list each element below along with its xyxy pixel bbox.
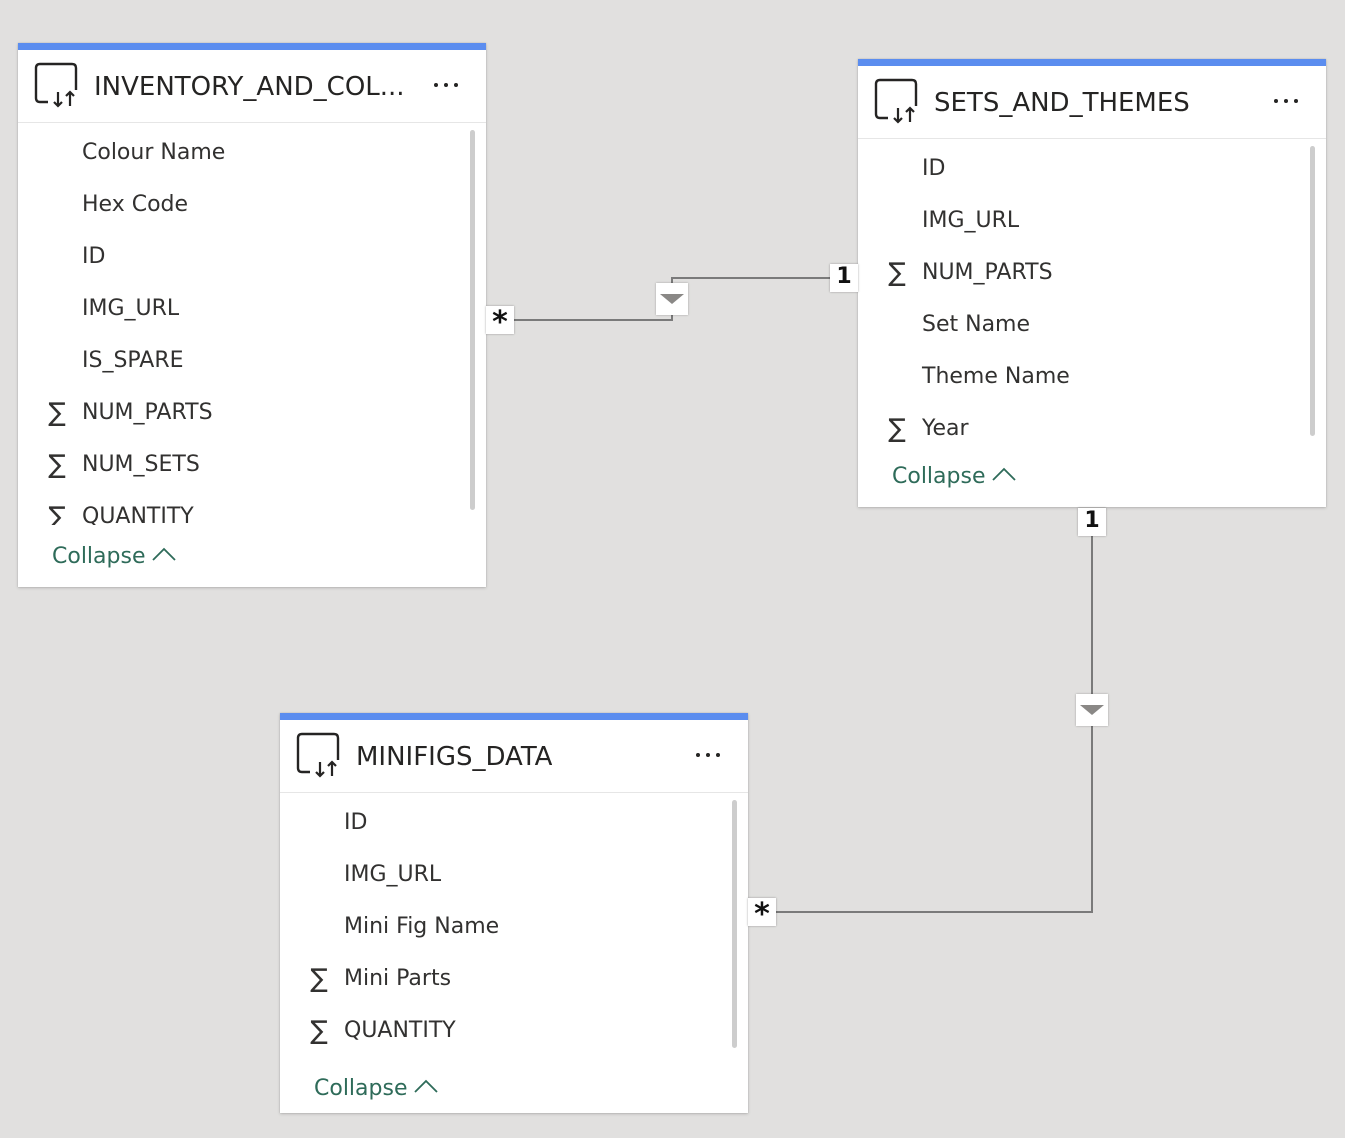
collapse-button[interactable]: Collapse bbox=[892, 457, 1016, 497]
field-name: ID bbox=[922, 156, 946, 181]
table-header[interactable]: MINIFIGS_DATA bbox=[280, 720, 748, 793]
field-row[interactable]: Colour Name bbox=[18, 127, 486, 179]
field-list: ID IMG_URL ∑ NUM_PARTS Set Name Theme Nam… bbox=[858, 139, 1326, 459]
sigma-icon: ∑ bbox=[48, 398, 66, 428]
sigma-icon: ∑ bbox=[48, 450, 66, 480]
field-row[interactable]: IMG_URL bbox=[18, 283, 486, 335]
more-options-button[interactable] bbox=[1268, 76, 1304, 126]
field-name: IMG_URL bbox=[344, 862, 442, 887]
more-options-button[interactable] bbox=[690, 730, 726, 780]
table-header[interactable]: SETS_AND_THEMES bbox=[858, 66, 1326, 139]
collapse-label: Collapse bbox=[52, 544, 146, 569]
table-card-minifigs-data[interactable]: MINIFIGS_DATA ID IMG_URL Mini Fig Name ∑… bbox=[280, 713, 748, 1113]
chevron-up-icon bbox=[413, 1079, 438, 1093]
field-row[interactable]: ∑ NUM_PARTS bbox=[18, 387, 486, 439]
field-name: QUANTITY bbox=[82, 504, 194, 525]
collapse-label: Collapse bbox=[314, 1076, 408, 1101]
sigma-icon: ∑ bbox=[888, 414, 906, 444]
table-icon bbox=[874, 78, 918, 124]
sigma-icon: ∑ bbox=[310, 964, 328, 994]
field-name: Set Name bbox=[922, 312, 1031, 337]
table-header[interactable]: INVENTORY_AND_COL... bbox=[18, 50, 486, 123]
field-row[interactable]: ∑ Mini Parts bbox=[280, 953, 748, 1005]
field-name: Hex Code bbox=[82, 192, 189, 217]
field-name: IMG_URL bbox=[82, 296, 180, 321]
field-row[interactable]: IS_SPARE bbox=[18, 335, 486, 387]
cardinality-many-label: * bbox=[486, 306, 514, 340]
field-name: Theme Name bbox=[922, 364, 1070, 389]
field-row[interactable]: ∑ QUANTITY bbox=[280, 1005, 748, 1057]
field-row[interactable]: Set Name bbox=[858, 299, 1326, 351]
triangle-down-icon bbox=[1080, 705, 1104, 715]
table-card-sets-and-themes[interactable]: SETS_AND_THEMES ID IMG_URL ∑ NUM_PARTS Se… bbox=[858, 59, 1326, 507]
field-name: IMG_URL bbox=[922, 208, 1020, 233]
more-options-button[interactable] bbox=[428, 60, 464, 110]
field-name: ID bbox=[82, 244, 106, 269]
table-title: MINIFIGS_DATA bbox=[356, 742, 553, 772]
table-card-inventory[interactable]: INVENTORY_AND_COL... Colour Name Hex Cod… bbox=[18, 43, 486, 587]
cardinality-one-label: 1 bbox=[830, 264, 858, 292]
field-row[interactable]: ∑ Year bbox=[858, 403, 1326, 455]
sigma-icon: ∑ bbox=[888, 258, 906, 288]
collapse-label: Collapse bbox=[892, 464, 986, 489]
filter-direction-arrow[interactable] bbox=[656, 283, 688, 315]
collapse-button[interactable]: Collapse bbox=[52, 537, 176, 577]
field-row[interactable]: Theme Name bbox=[858, 351, 1326, 403]
sigma-icon: ∑ bbox=[310, 1016, 328, 1046]
triangle-down-icon bbox=[660, 294, 684, 304]
field-name: NUM_PARTS bbox=[922, 260, 1053, 285]
relationship-line-minifigs-sets bbox=[776, 534, 1093, 913]
field-name: NUM_SETS bbox=[82, 452, 200, 477]
table-icon bbox=[34, 62, 78, 108]
field-row[interactable]: ∑ QUANTITY bbox=[18, 491, 486, 525]
scrollbar[interactable] bbox=[732, 800, 737, 1048]
scrollbar[interactable] bbox=[470, 130, 475, 510]
table-icon bbox=[296, 732, 340, 778]
field-name: Colour Name bbox=[82, 140, 226, 165]
table-title: INVENTORY_AND_COL... bbox=[94, 72, 405, 102]
field-row[interactable]: ID bbox=[18, 231, 486, 283]
cardinality-many-label: * bbox=[748, 898, 776, 932]
field-name: Year bbox=[922, 416, 969, 441]
field-name: ID bbox=[344, 810, 368, 835]
collapse-button[interactable]: Collapse bbox=[314, 1069, 438, 1109]
field-list: ID IMG_URL Mini Fig Name ∑ Mini Parts ∑ QU… bbox=[280, 793, 748, 1061]
field-row[interactable]: Mini Fig Name bbox=[280, 901, 748, 953]
filter-direction-arrow[interactable] bbox=[1076, 694, 1108, 726]
field-name: NUM_PARTS bbox=[82, 400, 213, 425]
sigma-icon: ∑ bbox=[48, 502, 66, 525]
field-row[interactable]: IMG_URL bbox=[858, 195, 1326, 247]
field-row[interactable]: ∑ NUM_PARTS bbox=[858, 247, 1326, 299]
field-name: Mini Fig Name bbox=[344, 914, 500, 939]
field-row[interactable]: ID bbox=[858, 143, 1326, 195]
field-name: Mini Parts bbox=[344, 966, 452, 991]
field-row[interactable]: Hex Code bbox=[18, 179, 486, 231]
field-row[interactable]: IMG_URL bbox=[280, 849, 748, 901]
table-title: SETS_AND_THEMES bbox=[934, 88, 1190, 118]
chevron-up-icon bbox=[991, 467, 1016, 481]
field-row[interactable]: ID bbox=[280, 797, 748, 849]
chevron-up-icon bbox=[151, 547, 176, 561]
field-list: Colour Name Hex Code ID IMG_URL IS_SPARE… bbox=[18, 123, 486, 525]
field-name: QUANTITY bbox=[344, 1018, 456, 1043]
field-row[interactable]: ∑ NUM_SETS bbox=[18, 439, 486, 491]
cardinality-one-label: 1 bbox=[1078, 508, 1106, 536]
field-name: IS_SPARE bbox=[82, 348, 184, 373]
scrollbar[interactable] bbox=[1310, 146, 1315, 436]
